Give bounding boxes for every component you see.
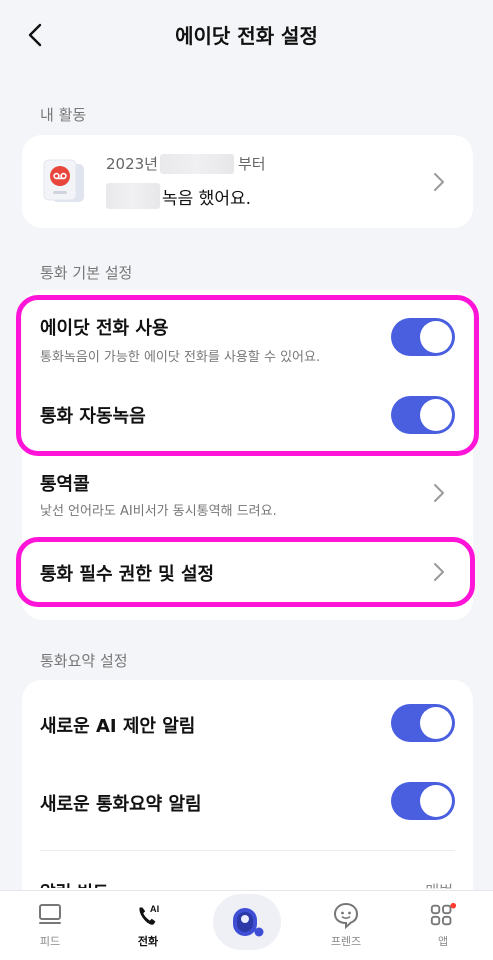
adot-call-toggle[interactable] <box>391 318 455 356</box>
tab-feed[interactable]: 피드 <box>10 891 90 960</box>
chevron-right-icon <box>434 563 444 581</box>
interpret-call-subtitle: 낯선 언어라도 AI비서가 동시통역해 드려요. <box>40 504 277 519</box>
chevron-right-icon <box>434 173 444 191</box>
ai-phone-icon: AI <box>134 901 162 929</box>
tab-friends[interactable]: 프렌즈 <box>306 891 386 960</box>
ai-suggestion-title: 새로운 AI 제안 알림 <box>40 716 196 737</box>
adot-logo-icon <box>233 908 264 937</box>
section-label-summary: 통화요약 설정 <box>40 652 128 670</box>
tab-apps[interactable]: 앱 <box>403 891 483 960</box>
auto-record-toggle[interactable] <box>391 396 455 434</box>
activity-year: 2023년 <box>106 155 158 173</box>
tab-call[interactable]: AI 전화 <box>108 891 188 960</box>
divider <box>40 850 455 851</box>
ai-suggestion-toggle[interactable] <box>391 704 455 742</box>
interpret-call-title: 통역콜 <box>40 474 90 495</box>
chevron-right-icon <box>434 484 444 502</box>
toggle-knob <box>420 399 452 431</box>
adot-call-title: 에이닷 전화 사용 <box>40 318 169 339</box>
toggle-knob <box>420 785 452 817</box>
bottom-tab-bar: 피드 AI 전화 프렌즈 앱 <box>0 890 493 960</box>
activity-card[interactable]: 2023년 부터 녹음 했어요. <box>22 135 473 228</box>
header-bar: 에이닷 전화 설정 <box>0 0 493 70</box>
permissions-title: 통화 필수 권한 및 설정 <box>40 564 215 585</box>
notification-badge <box>450 902 457 909</box>
tab-feed-label: 피드 <box>39 935 61 948</box>
summary-alert-toggle[interactable] <box>391 782 455 820</box>
toggle-knob <box>420 707 452 739</box>
activity-since-line: 2023년 부터 <box>106 153 266 174</box>
toggle-knob <box>420 321 452 353</box>
auto-record-title: 통화 자동녹음 <box>40 406 146 427</box>
friends-chat-icon <box>332 901 360 929</box>
apps-grid-icon <box>429 901 457 929</box>
activity-recorded: 녹음 했어요. <box>162 188 252 209</box>
page-title: 에이닷 전화 설정 <box>175 24 318 48</box>
section-label-activity: 내 활동 <box>40 106 87 124</box>
summary-settings-card: 새로운 AI 제안 알림 새로운 통화요약 알림 알림 빈도 매번 <box>22 680 473 910</box>
activity-since: 부터 <box>237 155 266 173</box>
tab-apps-label: 앱 <box>437 935 449 948</box>
basic-settings-card: 에이닷 전화 사용 통화녹음이 가능한 에이닷 전화를 사용할 수 있어요. 통… <box>22 290 473 620</box>
redacted-date <box>159 153 234 174</box>
feed-icon <box>36 901 64 929</box>
voicemail-card-icon <box>43 159 84 202</box>
tab-call-label: 전화 <box>137 935 159 948</box>
activity-count-line: 녹음 했어요. <box>106 183 251 209</box>
adot-call-subtitle: 통화녹음이 가능한 에이닷 전화를 사용할 수 있어요. <box>40 350 321 365</box>
section-label-basic: 통화 기본 설정 <box>40 264 133 282</box>
adot-center-button[interactable] <box>213 894 281 950</box>
summary-alert-title: 새로운 통화요약 알림 <box>40 794 202 815</box>
redacted-count <box>106 183 160 209</box>
svg-text:AI: AI <box>150 904 159 914</box>
tab-friends-label: 프렌즈 <box>330 935 362 948</box>
